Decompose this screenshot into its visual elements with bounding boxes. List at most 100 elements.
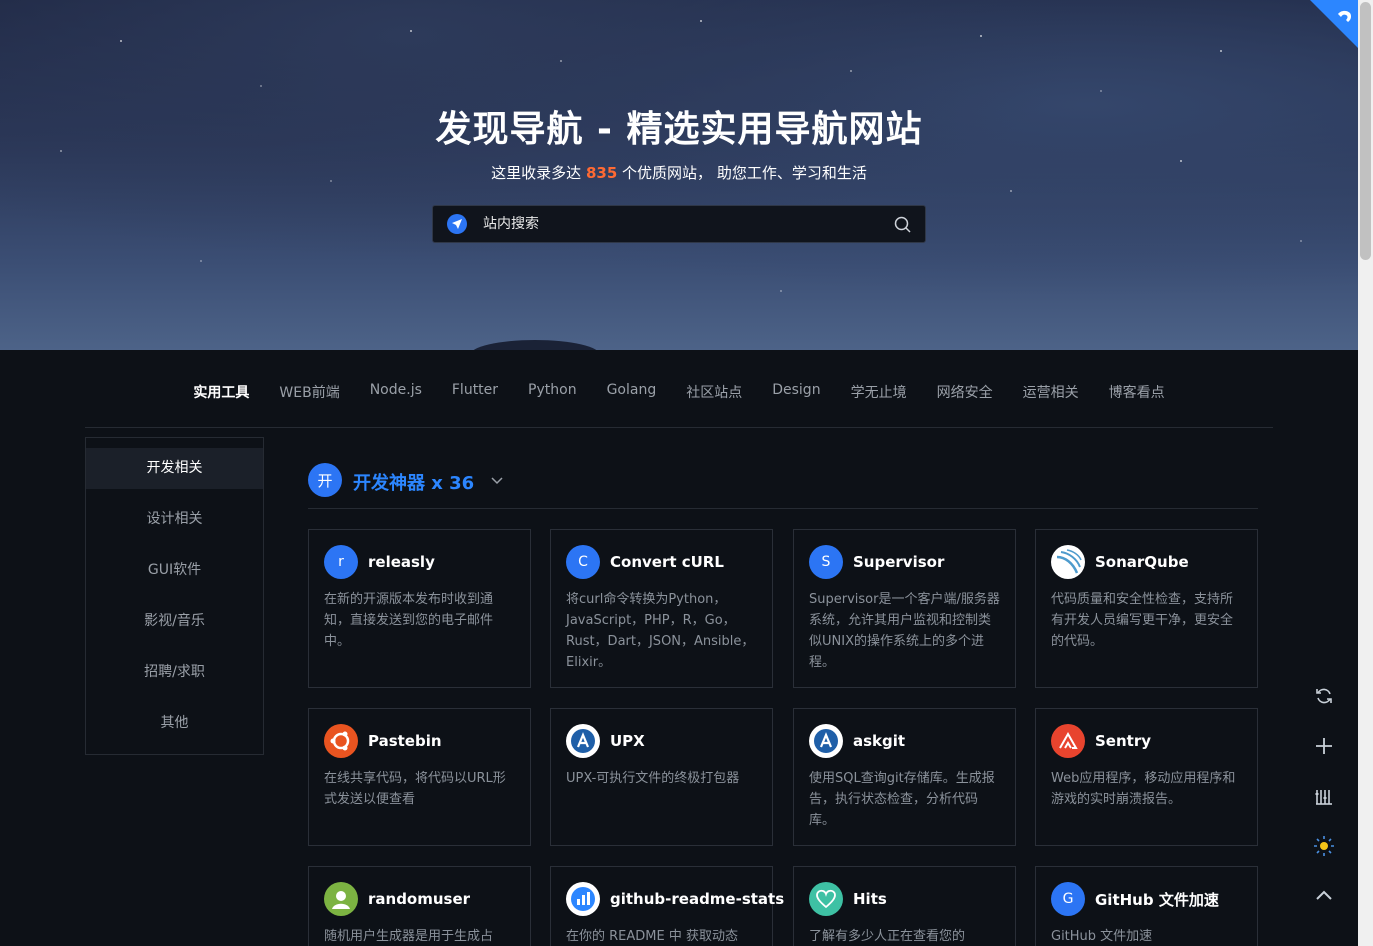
site-count: 835 bbox=[585, 164, 618, 182]
card-header: SonarQube bbox=[1051, 545, 1242, 579]
search-icon[interactable] bbox=[893, 215, 911, 233]
card-description: 了解有多少人正在查看您的 bbox=[809, 929, 966, 944]
card-header: UPX bbox=[566, 724, 757, 758]
tab-security[interactable]: 网络安全 bbox=[922, 370, 1008, 427]
tab-python[interactable]: Python bbox=[513, 370, 592, 427]
card-title: Supervisor bbox=[853, 553, 945, 571]
sliders-icon[interactable] bbox=[1303, 775, 1345, 817]
tab-community[interactable]: 社区站点 bbox=[671, 370, 757, 427]
card-title: Pastebin bbox=[368, 732, 442, 750]
card-title: askgit bbox=[853, 732, 906, 750]
card-description: Supervisor是一个客户端/服务器系统，允许其用户监视和控制类似UNIX的… bbox=[809, 592, 1000, 670]
card-title: SonarQube bbox=[1095, 553, 1189, 571]
site-card-askgit[interactable]: askgit 使用SQL查询git存储库。生成报告，执行状态检查，分析代码库。 bbox=[793, 708, 1016, 846]
card-header: G GitHub 文件加速 bbox=[1051, 882, 1242, 916]
site-card-github-file-accel[interactable]: G GitHub 文件加速 GitHub 文件加速 bbox=[1035, 866, 1258, 946]
card-description: 随机用户生成器是用于生成占 bbox=[324, 929, 494, 944]
ubuntu-logo-icon bbox=[324, 724, 358, 758]
card-description: 将curl命令转换为Python，JavaScript，PHP，R，Go，Rus… bbox=[566, 592, 755, 670]
sidebar-item-jobs[interactable]: 招聘/求职 bbox=[86, 652, 263, 693]
site-card-github-readme-stats[interactable]: github-readme-stats 在你的 README 中 获取动态 bbox=[550, 866, 784, 946]
compass-icon[interactable] bbox=[447, 214, 467, 234]
sidebar: 开发相关 设计相关 GUI软件 影视/音乐 招聘/求职 其他 bbox=[85, 437, 264, 755]
refresh-icon[interactable] bbox=[1303, 675, 1345, 717]
sonarqube-logo-icon bbox=[1051, 545, 1085, 579]
card-title: Convert cURL bbox=[610, 553, 724, 571]
site-card-sonarqube[interactable]: SonarQube 代码质量和安全性检查，支持所有开发人员编写更干净，更安全的代… bbox=[1035, 529, 1258, 688]
tab-nodejs[interactable]: Node.js bbox=[355, 370, 437, 427]
card-description: 在你的 README 中 获取动态 bbox=[566, 929, 738, 944]
page-scrollbar[interactable] bbox=[1358, 0, 1373, 946]
bar-chart-icon bbox=[566, 882, 600, 916]
card-description: GitHub 文件加速 bbox=[1051, 929, 1153, 944]
sentry-logo-icon bbox=[1051, 724, 1085, 758]
site-logo-icon: S bbox=[809, 545, 843, 579]
category-badge: 开 bbox=[308, 463, 342, 497]
search-input[interactable] bbox=[483, 216, 893, 232]
site-card-pastebin[interactable]: Pastebin 在线共享代码，将代码以URL形式发送以便查看 bbox=[308, 708, 531, 846]
tab-tools[interactable]: 实用工具 bbox=[178, 370, 264, 427]
card-header: github-readme-stats bbox=[566, 882, 784, 916]
site-card-upx[interactable]: UPX UPX-可执行文件的终极打包器 bbox=[550, 708, 773, 846]
top-category-tabs: 实用工具 WEB前端 Node.js Flutter Python Golang… bbox=[85, 370, 1273, 428]
card-title: Sentry bbox=[1095, 732, 1152, 750]
sidebar-item-design[interactable]: 设计相关 bbox=[86, 499, 263, 540]
card-title: GitHub 文件加速 bbox=[1095, 890, 1219, 909]
tab-blogs[interactable]: 博客看点 bbox=[1094, 370, 1180, 427]
sidebar-item-other[interactable]: 其他 bbox=[86, 703, 263, 744]
github-corner[interactable] bbox=[1310, 0, 1358, 48]
category-header: 开 开发神器 x 36 bbox=[308, 463, 1258, 509]
card-header: Sentry bbox=[1051, 724, 1242, 758]
card-description: Web应用程序，移动应用程序和游戏的实时崩溃报告。 bbox=[1051, 771, 1236, 807]
card-header: S Supervisor bbox=[809, 545, 1000, 579]
search-bar bbox=[432, 205, 926, 243]
subtitle-suffix: 个优质网站， 助您工作、学习和生活 bbox=[622, 164, 867, 182]
card-description: UPX-可执行文件的终极打包器 bbox=[566, 771, 740, 786]
tab-learning[interactable]: 学无止境 bbox=[836, 370, 922, 427]
tab-operations[interactable]: 运营相关 bbox=[1008, 370, 1094, 427]
site-card-convert-curl[interactable]: C Convert cURL 将curl命令转换为Python，JavaScri… bbox=[550, 529, 773, 688]
plus-icon[interactable] bbox=[1303, 725, 1345, 767]
chevron-down-icon[interactable] bbox=[490, 472, 504, 486]
hero-banner: 发现导航 - 精选实用导航网站 这里收录多达 835 个优质网站， 助您工作、学… bbox=[0, 0, 1358, 350]
card-description: 使用SQL查询git存储库。生成报告，执行状态检查，分析代码库。 bbox=[809, 771, 995, 828]
card-header: r releasly bbox=[324, 545, 515, 579]
subtitle-prefix: 这里收录多达 bbox=[491, 164, 582, 182]
scrollbar-thumb[interactable] bbox=[1360, 2, 1371, 260]
card-header: Hits bbox=[809, 882, 1000, 916]
site-card-supervisor[interactable]: S Supervisor Supervisor是一个客户端/服务器系统，允许其用… bbox=[793, 529, 1016, 688]
card-title: releasly bbox=[368, 553, 435, 571]
hero-subtitle: 这里收录多达 835 个优质网站， 助您工作、学习和生活 bbox=[0, 162, 1358, 183]
heart-icon bbox=[809, 882, 843, 916]
site-card-hits[interactable]: Hits 了解有多少人正在查看您的 bbox=[793, 866, 1016, 946]
back-to-top-icon[interactable] bbox=[1303, 875, 1345, 917]
card-description: 代码质量和安全性检查，支持所有开发人员编写更干净，更安全的代码。 bbox=[1051, 592, 1234, 649]
tab-flutter[interactable]: Flutter bbox=[437, 370, 513, 427]
site-card-randomuser[interactable]: randomuser 随机用户生成器是用于生成占 bbox=[308, 866, 531, 946]
site-card-sentry[interactable]: Sentry Web应用程序，移动应用程序和游戏的实时崩溃报告。 bbox=[1035, 708, 1258, 846]
tab-golang[interactable]: Golang bbox=[592, 370, 672, 427]
tab-design[interactable]: Design bbox=[757, 370, 835, 427]
category-title[interactable]: 开发神器 x 36 bbox=[353, 469, 474, 495]
app-store-logo-icon bbox=[809, 724, 843, 758]
app-store-logo-icon bbox=[566, 724, 600, 758]
site-logo-icon: C bbox=[566, 545, 600, 579]
tab-web-frontend[interactable]: WEB前端 bbox=[264, 370, 354, 427]
sidebar-item-gui[interactable]: GUI软件 bbox=[86, 550, 263, 591]
site-card-releasly[interactable]: r releasly 在新的开源版本发布时收到通知，直接发送到您的电子邮件中。 bbox=[308, 529, 531, 688]
card-description: 在线共享代码，将代码以URL形式发送以便查看 bbox=[324, 771, 506, 807]
user-avatar-icon bbox=[324, 882, 358, 916]
card-title: UPX bbox=[610, 732, 645, 750]
sidebar-item-media[interactable]: 影视/音乐 bbox=[86, 601, 263, 642]
card-header: randomuser bbox=[324, 882, 515, 916]
card-title: github-readme-stats bbox=[610, 890, 785, 908]
card-header: C Convert cURL bbox=[566, 545, 757, 579]
sidebar-item-dev[interactable]: 开发相关 bbox=[86, 448, 263, 489]
card-title: Hits bbox=[853, 890, 887, 908]
card-header: Pastebin bbox=[324, 724, 515, 758]
card-header: askgit bbox=[809, 724, 1000, 758]
card-title: randomuser bbox=[368, 890, 471, 908]
site-logo-icon: r bbox=[324, 545, 358, 579]
page-title: 发现导航 - 精选实用导航网站 bbox=[435, 109, 923, 150]
theme-sun-icon[interactable] bbox=[1303, 825, 1345, 867]
